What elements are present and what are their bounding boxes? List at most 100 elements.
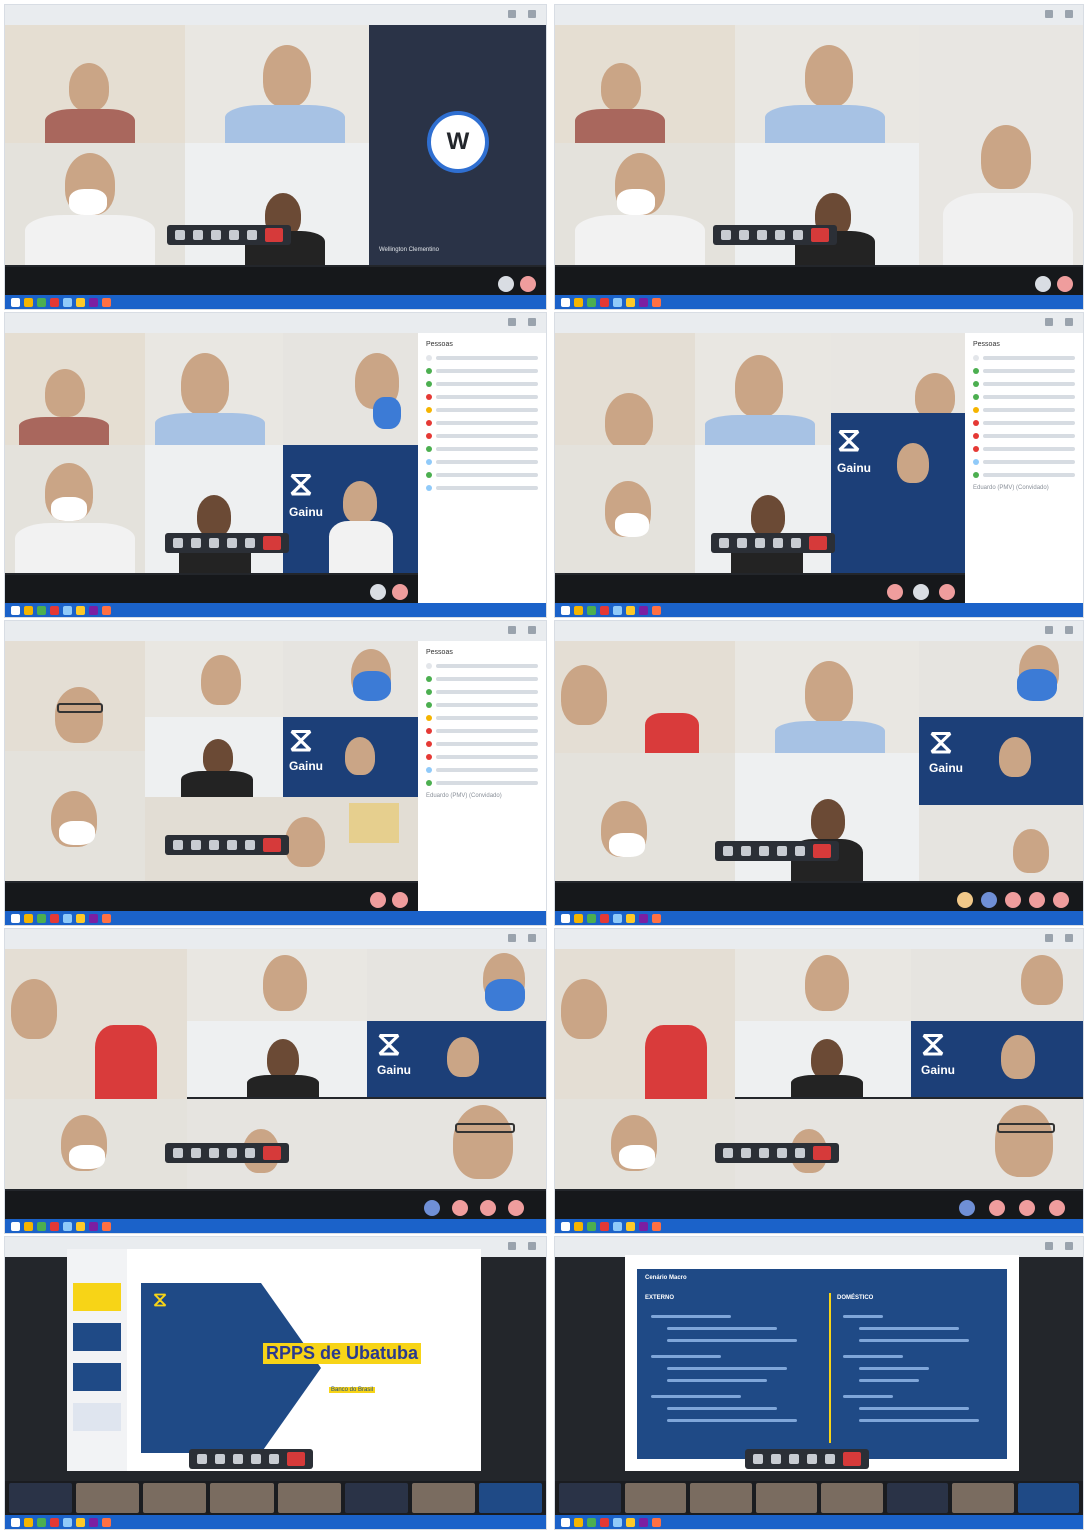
more-icon[interactable] [227, 1148, 237, 1158]
hangup-button[interactable] [843, 1452, 861, 1466]
mic-icon[interactable] [215, 1454, 225, 1464]
chat-icon[interactable] [245, 840, 255, 850]
bottom-button[interactable] [370, 584, 386, 600]
more-icon[interactable] [773, 538, 783, 548]
mic-icon[interactable] [191, 1148, 201, 1158]
chat-icon[interactable] [269, 1454, 279, 1464]
mic-icon[interactable] [771, 1454, 781, 1464]
chat-icon[interactable] [791, 538, 801, 548]
bottom-button[interactable] [452, 1200, 468, 1216]
more-icon[interactable] [777, 1148, 787, 1158]
share-icon[interactable] [789, 1454, 799, 1464]
share-icon[interactable] [209, 840, 219, 850]
share-icon[interactable] [757, 230, 767, 240]
chat-icon[interactable] [825, 1454, 835, 1464]
mic-icon[interactable] [191, 538, 201, 548]
minimize-icon[interactable] [508, 318, 516, 326]
more-icon[interactable] [227, 840, 237, 850]
camera-icon[interactable] [753, 1454, 763, 1464]
hangup-button[interactable] [263, 536, 281, 550]
bottom-button[interactable] [913, 584, 929, 600]
bottom-button[interactable] [1049, 1200, 1065, 1216]
mic-icon[interactable] [737, 538, 747, 548]
chat-icon[interactable] [247, 230, 257, 240]
camera-icon[interactable] [173, 840, 183, 850]
bottom-button[interactable] [508, 1200, 524, 1216]
camera-icon[interactable] [173, 1148, 183, 1158]
camera-icon[interactable] [721, 230, 731, 240]
chat-icon[interactable] [795, 846, 805, 856]
minimize-icon[interactable] [508, 626, 516, 634]
close-icon[interactable] [1065, 318, 1073, 326]
camera-icon[interactable] [173, 538, 183, 548]
hangup-button[interactable] [265, 228, 283, 242]
bottom-button[interactable] [392, 892, 408, 908]
minimize-icon[interactable] [1045, 1242, 1053, 1250]
share-icon[interactable] [755, 538, 765, 548]
share-icon[interactable] [759, 846, 769, 856]
bottom-button[interactable] [939, 584, 955, 600]
chat-icon[interactable] [795, 1148, 805, 1158]
bottom-button[interactable] [1029, 892, 1045, 908]
bottom-button[interactable] [1053, 892, 1069, 908]
camera-icon[interactable] [723, 1148, 733, 1158]
mic-icon[interactable] [191, 840, 201, 850]
close-icon[interactable] [1065, 10, 1073, 18]
mic-icon[interactable] [741, 1148, 751, 1158]
close-icon[interactable] [1065, 626, 1073, 634]
minimize-icon[interactable] [1045, 934, 1053, 942]
hangup-button[interactable] [287, 1452, 305, 1466]
share-icon[interactable] [209, 538, 219, 548]
bottom-button[interactable] [887, 584, 903, 600]
hangup-button[interactable] [263, 838, 281, 852]
bottom-button[interactable] [424, 1200, 440, 1216]
bottom-button[interactable] [1019, 1200, 1035, 1216]
share-icon[interactable] [759, 1148, 769, 1158]
minimize-icon[interactable] [508, 10, 516, 18]
minimize-icon[interactable] [1045, 626, 1053, 634]
minimize-icon[interactable] [1045, 318, 1053, 326]
more-icon[interactable] [775, 230, 785, 240]
chat-icon[interactable] [245, 1148, 255, 1158]
share-icon[interactable] [209, 1148, 219, 1158]
bottom-button[interactable] [480, 1200, 496, 1216]
hangup-button[interactable] [813, 844, 831, 858]
more-icon[interactable] [807, 1454, 817, 1464]
bottom-button[interactable] [957, 892, 973, 908]
mic-icon[interactable] [193, 230, 203, 240]
share-icon[interactable] [211, 230, 221, 240]
camera-icon[interactable] [719, 538, 729, 548]
minimize-icon[interactable] [508, 1242, 516, 1250]
share-icon[interactable] [233, 1454, 243, 1464]
hangup-button[interactable] [809, 536, 827, 550]
close-icon[interactable] [528, 10, 536, 18]
more-icon[interactable] [251, 1454, 261, 1464]
camera-icon[interactable] [175, 230, 185, 240]
mic-icon[interactable] [741, 846, 751, 856]
bottom-button[interactable] [1005, 892, 1021, 908]
more-icon[interactable] [227, 538, 237, 548]
camera-icon[interactable] [197, 1454, 207, 1464]
bottom-button[interactable] [370, 892, 386, 908]
close-icon[interactable] [528, 318, 536, 326]
mic-icon[interactable] [739, 230, 749, 240]
bottom-button[interactable] [959, 1200, 975, 1216]
bottom-button[interactable] [520, 276, 536, 292]
chat-icon[interactable] [793, 230, 803, 240]
close-icon[interactable] [528, 1242, 536, 1250]
more-icon[interactable] [229, 230, 239, 240]
bottom-button[interactable] [1057, 276, 1073, 292]
close-icon[interactable] [1065, 934, 1073, 942]
chat-icon[interactable] [245, 538, 255, 548]
hangup-button[interactable] [263, 1146, 281, 1160]
bottom-button[interactable] [1035, 276, 1051, 292]
bottom-button[interactable] [392, 584, 408, 600]
bottom-button[interactable] [981, 892, 997, 908]
hangup-button[interactable] [813, 1146, 831, 1160]
minimize-icon[interactable] [508, 934, 516, 942]
close-icon[interactable] [528, 934, 536, 942]
minimize-icon[interactable] [1045, 10, 1053, 18]
more-icon[interactable] [777, 846, 787, 856]
hangup-button[interactable] [811, 228, 829, 242]
bottom-button[interactable] [989, 1200, 1005, 1216]
